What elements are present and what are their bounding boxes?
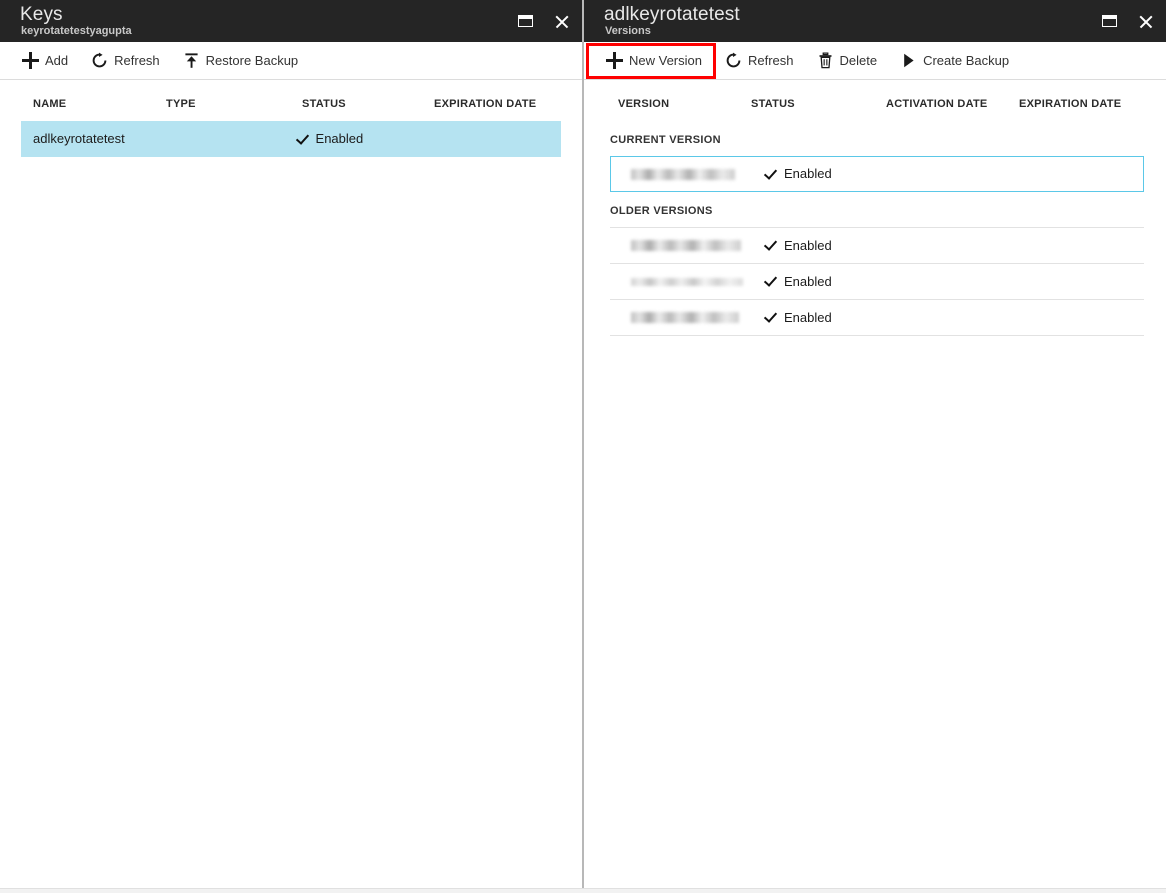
versions-blade-window-controls xyxy=(1096,0,1158,42)
version-status-label: Enabled xyxy=(784,310,832,326)
new-version-button[interactable]: New Version xyxy=(602,44,711,78)
refresh-button-label: Refresh xyxy=(748,53,794,69)
add-button[interactable]: Add xyxy=(18,44,77,78)
plus-icon xyxy=(606,52,623,69)
current-version-id-cell xyxy=(631,169,764,180)
trash-icon xyxy=(817,52,834,69)
upload-icon xyxy=(183,52,200,69)
versions-blade-title: adlkeyrotatetest xyxy=(604,3,740,26)
column-header-type: TYPE xyxy=(166,97,302,111)
refresh-button[interactable]: Refresh xyxy=(87,44,169,78)
key-status-label: Enabled xyxy=(316,131,364,147)
version-id-cell xyxy=(631,312,764,323)
close-button[interactable] xyxy=(548,8,574,34)
column-header-name: NAME xyxy=(33,97,166,111)
version-id-cell xyxy=(631,278,764,286)
redacted-version-id xyxy=(631,240,741,251)
keys-blade-title: Keys xyxy=(20,3,63,26)
version-status-cell: Enabled xyxy=(764,274,832,290)
close-icon xyxy=(1138,14,1153,29)
refresh-icon xyxy=(725,52,742,69)
key-name-cell: adlkeyrotatetest xyxy=(33,131,163,147)
list-item[interactable]: Enabled xyxy=(610,300,1144,336)
older-versions-section-label: OLDER VERSIONS xyxy=(610,204,1166,218)
delete-button-label: Delete xyxy=(840,53,878,69)
restore-icon xyxy=(1102,15,1117,27)
column-header-expiration-date: EXPIRATION DATE xyxy=(1019,97,1159,111)
keys-blade: Keys keyrotatetestyagupta Add xyxy=(0,0,582,893)
versions-toolbar: New Version Refresh xyxy=(584,42,1166,80)
refresh-button-label: Refresh xyxy=(114,53,160,69)
versions-blade-header: adlkeyrotatetest Versions xyxy=(584,0,1166,42)
list-item[interactable]: Enabled xyxy=(610,264,1144,300)
restore-backup-button-label: Restore Backup xyxy=(206,53,299,69)
delete-button[interactable]: Delete xyxy=(813,44,887,78)
keys-blade-subtitle: keyrotatetestyagupta xyxy=(21,25,132,38)
version-status-label: Enabled xyxy=(784,238,832,254)
version-status-label: Enabled xyxy=(784,274,832,290)
check-icon xyxy=(764,311,777,324)
create-backup-button[interactable]: Create Backup xyxy=(896,44,1018,78)
close-button[interactable] xyxy=(1132,8,1158,34)
column-header-activation-date: ACTIVATION DATE xyxy=(886,97,1019,111)
close-icon xyxy=(554,14,569,29)
current-version-row[interactable]: Enabled xyxy=(610,156,1144,192)
check-icon xyxy=(764,239,777,252)
restore-icon xyxy=(518,15,533,27)
column-header-status: STATUS xyxy=(751,97,886,111)
keys-grid-header: NAME TYPE STATUS EXPIRATION DATE xyxy=(0,87,582,121)
new-version-button-label: New Version xyxy=(629,53,702,69)
keys-blade-window-controls xyxy=(512,0,574,42)
keys-toolbar: Add Refresh xyxy=(0,42,582,80)
column-header-status: STATUS xyxy=(302,97,434,111)
azure-portal-blades: Keys keyrotatetestyagupta Add xyxy=(0,0,1166,893)
keys-blade-header: Keys keyrotatetestyagupta xyxy=(0,0,582,42)
versions-blade-subtitle: Versions xyxy=(605,25,651,38)
bottom-strip xyxy=(0,888,1166,893)
table-row[interactable]: adlkeyrotatetest Enabled xyxy=(21,121,561,157)
version-status-cell: Enabled xyxy=(764,310,832,326)
older-versions-list: Enabled Enabled xyxy=(610,227,1144,336)
refresh-button[interactable]: Refresh xyxy=(721,44,803,78)
version-id-cell xyxy=(631,240,764,251)
check-icon xyxy=(764,168,777,181)
key-status-cell: Enabled xyxy=(296,131,425,147)
redacted-version-id xyxy=(631,169,735,180)
redacted-version-id xyxy=(631,278,743,286)
play-icon xyxy=(900,52,917,69)
restore-button[interactable] xyxy=(1096,8,1122,34)
add-button-label: Add xyxy=(45,53,68,69)
list-item[interactable]: Enabled xyxy=(610,228,1144,264)
versions-grid-header: VERSION STATUS ACTIVATION DATE EXPIRATIO… xyxy=(584,87,1166,121)
plus-icon xyxy=(22,52,39,69)
check-icon xyxy=(296,133,309,146)
current-version-section-label: CURRENT VERSION xyxy=(610,133,1166,147)
restore-backup-button[interactable]: Restore Backup xyxy=(179,44,308,78)
redacted-version-id xyxy=(631,312,739,323)
keys-grid: NAME TYPE STATUS EXPIRATION DATE adlkeyr… xyxy=(0,80,582,893)
column-header-version: VERSION xyxy=(618,97,751,111)
versions-grid: VERSION STATUS ACTIVATION DATE EXPIRATIO… xyxy=(584,80,1166,893)
check-icon xyxy=(764,275,777,288)
refresh-icon xyxy=(91,52,108,69)
column-header-expiration-date: EXPIRATION DATE xyxy=(434,97,574,111)
version-status-cell: Enabled xyxy=(764,238,832,254)
current-version-status-cell: Enabled xyxy=(764,166,832,182)
restore-button[interactable] xyxy=(512,8,538,34)
versions-blade: adlkeyrotatetest Versions New Version xyxy=(584,0,1166,893)
current-version-status-label: Enabled xyxy=(784,166,832,182)
create-backup-button-label: Create Backup xyxy=(923,53,1009,69)
